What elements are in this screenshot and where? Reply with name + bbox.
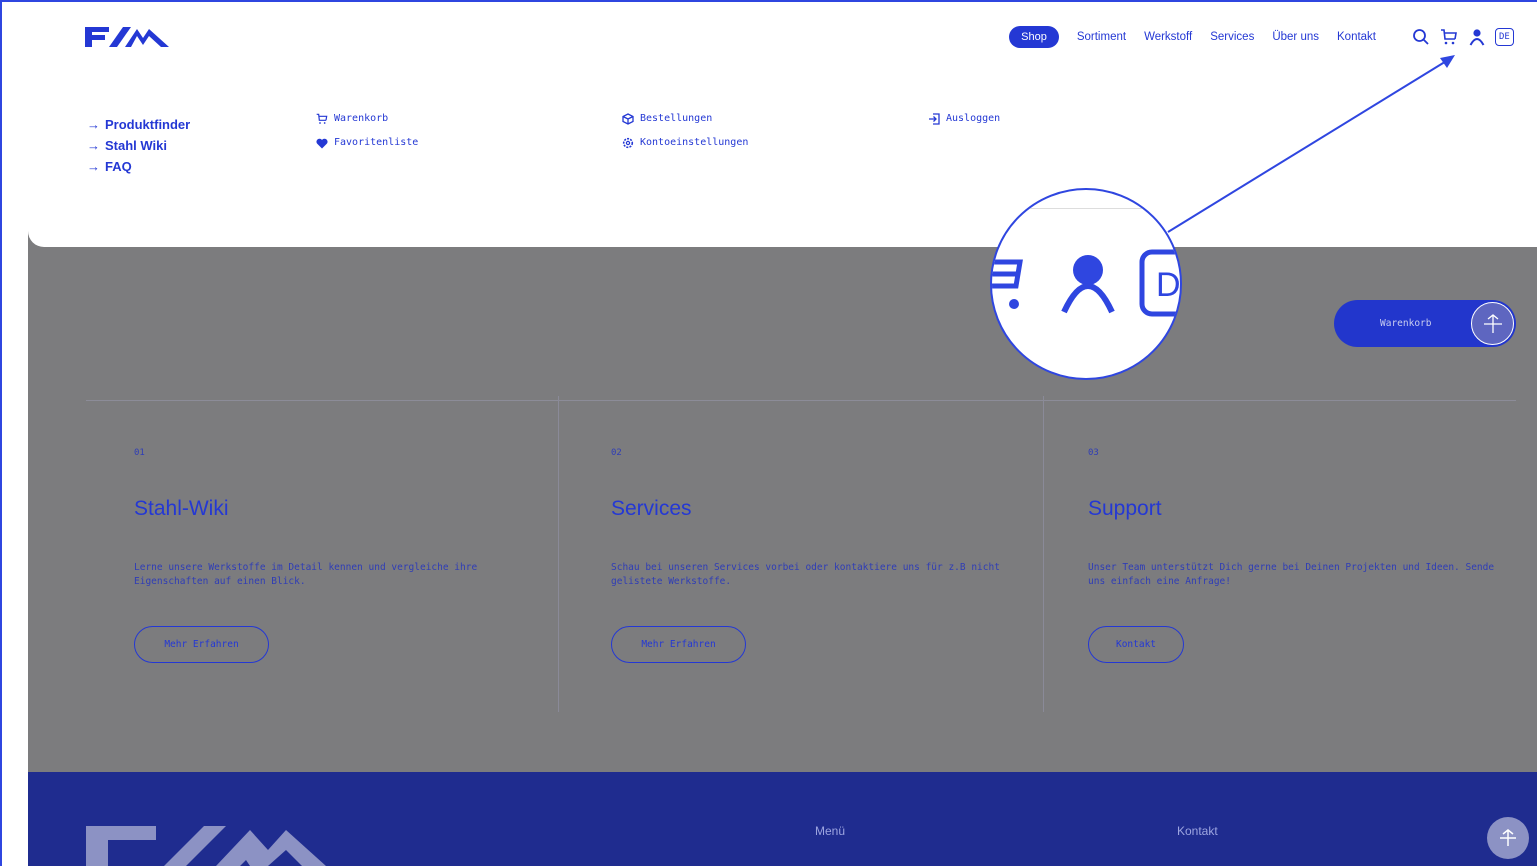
account-menu-col-3: Ausloggen [928,107,1000,131]
card-number: 01 [134,448,145,458]
zoom-lang-fragment: D [1156,266,1181,304]
card-title: Stahl-Wiki [134,497,229,520]
nav-shop[interactable]: Shop [1009,26,1059,48]
search-icon[interactable] [1411,27,1431,47]
cart-icon[interactable] [1439,27,1459,47]
language-switch-zoomed: D [1139,249,1181,317]
card-number: 02 [611,448,622,458]
quick-link-stahl-wiki[interactable]: → Stahl Wiki [87,135,190,156]
box-icon [622,113,634,125]
floating-cart-button[interactable]: Warenkorb [1334,300,1516,347]
nav-ueber-uns[interactable]: Über uns [1272,31,1319,43]
arrow-icon: → [87,138,100,153]
floating-cart-label: Warenkorb [1380,318,1432,329]
kontakt-button[interactable]: Kontakt [1088,626,1184,663]
card-text: Schau bei unseren Services vorbei oder k… [611,562,1000,587]
nav-werkstoff[interactable]: Werkstoff [1144,31,1192,43]
quick-link-produktfinder[interactable]: → Produktfinder [87,114,190,135]
header-icons: DE [1411,27,1514,47]
quick-links: → Produktfinder → Stahl Wiki → FAQ [87,114,190,177]
footer-menu-heading: Menü [815,824,846,838]
account-menu-col-1: Warenkorb Favoritenliste [316,107,418,155]
main-nav: Shop Sortiment Werkstoff Services Über u… [1009,26,1376,48]
menu-item-warenkorb[interactable]: Warenkorb [316,107,418,131]
zoom-callout: D [990,188,1182,380]
menu-item-favoritenliste[interactable]: Favoritenliste [316,131,418,155]
mehr-erfahren-button[interactable]: Mehr Erfahren [134,626,269,663]
menu-item-label: Bestellungen [640,113,713,124]
account-menu-col-2: Bestellungen Kontoeinstellungen [622,107,748,155]
card-title: Support [1088,497,1162,520]
footer-logo [86,826,326,866]
user-icon[interactable] [1467,27,1487,47]
crosshair-arrow-icon [1471,302,1514,345]
menu-item-bestellungen[interactable]: Bestellungen [622,107,748,131]
card-text: Unser Team unterstützt Dich gerne bei De… [1088,562,1495,587]
menu-item-ausloggen[interactable]: Ausloggen [928,107,1000,131]
card-divider [1043,396,1044,712]
logout-icon [929,113,940,125]
menu-item-label: Ausloggen [946,113,1001,124]
nav-sortiment[interactable]: Sortiment [1077,31,1126,43]
arrow-icon: → [87,117,100,132]
menu-item-label: Warenkorb [334,113,389,124]
language-switch[interactable]: DE [1495,28,1514,46]
card-number: 03 [1088,448,1099,458]
arrow-up-icon [1500,829,1516,846]
zoomed-header-icons: D [992,249,1181,317]
cart-icon [316,113,328,124]
heart-icon [316,138,328,148]
cart-icon [992,259,1023,309]
card-text: Lerne unsere Werkstoffe im Detail kennen… [134,562,478,587]
fm-logo[interactable] [85,25,169,49]
mehr-erfahren-button[interactable]: Mehr Erfahren [611,626,746,663]
footer-contact-heading: Kontakt [1177,824,1218,838]
nav-services[interactable]: Services [1210,31,1254,43]
arrow-icon: → [87,159,100,174]
quick-link-label: FAQ [105,159,132,174]
quick-link-label: Produktfinder [105,117,191,132]
menu-item-label: Favoritenliste [334,137,419,148]
scroll-to-top-button[interactable] [1487,817,1529,859]
user-icon [1061,255,1115,314]
zoom-panel-edge [992,208,1180,209]
card-divider [558,396,559,712]
menu-item-kontoeinstellungen[interactable]: Kontoeinstellungen [622,131,748,155]
gear-icon [622,137,634,149]
menu-item-label: Kontoeinstellungen [640,137,749,148]
card-title: Services [611,497,692,520]
footer: Menü Kontakt [28,772,1537,866]
quick-link-label: Stahl Wiki [105,138,168,153]
quick-link-faq[interactable]: → FAQ [87,156,190,177]
nav-kontakt[interactable]: Kontakt [1337,31,1376,43]
feature-cards-row [86,400,1516,712]
